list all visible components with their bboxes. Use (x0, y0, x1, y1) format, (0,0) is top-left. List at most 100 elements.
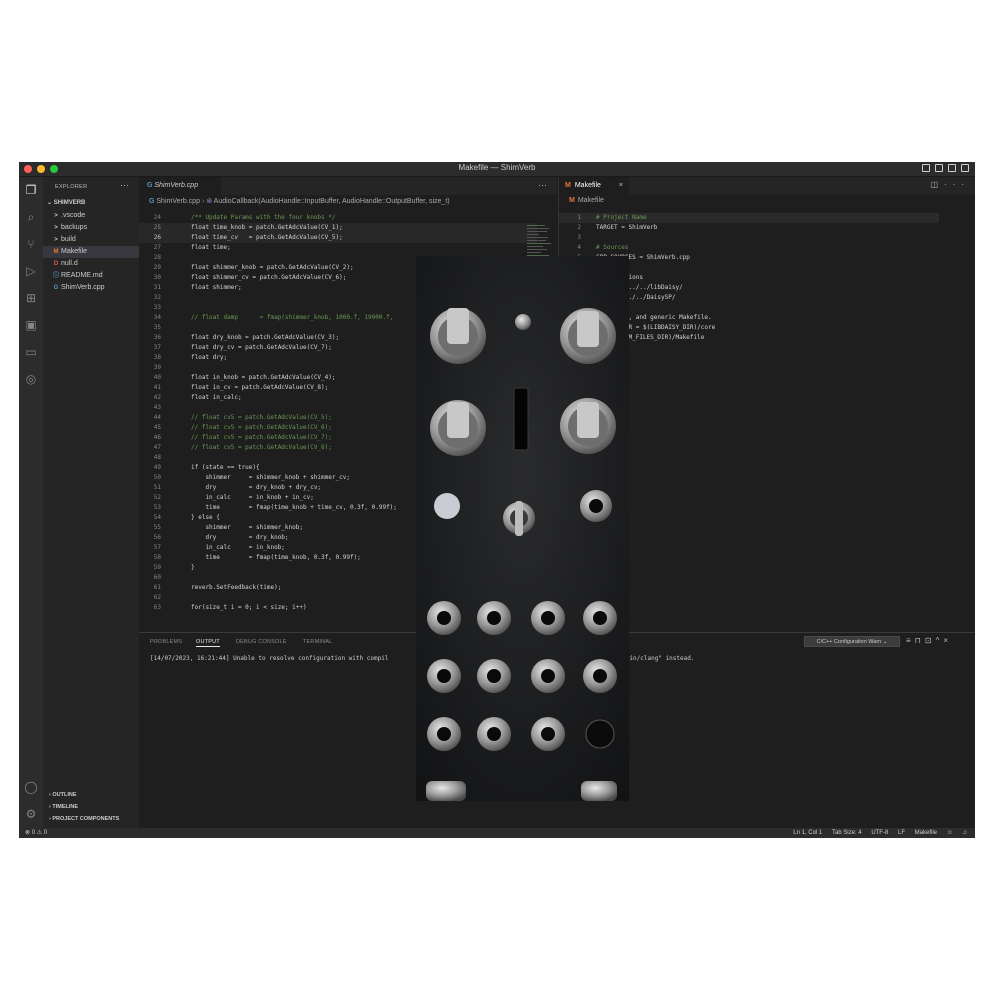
makefile-icon: M (53, 249, 59, 255)
code-line[interactable]: 25 float time_knob = patch.GetAdcValue(CV… (139, 223, 537, 233)
line-number: 3 (577, 234, 581, 241)
encoding[interactable]: UTF-8 (871, 830, 888, 836)
code-text: time = fmap(time_knob + time_cv, 0.3f, 0… (191, 504, 397, 511)
more-actions-icon[interactable]: ··· (120, 180, 129, 190)
tree-item-label: build (61, 236, 76, 243)
line-number: 44 (153, 414, 161, 421)
line-number: 39 (153, 364, 161, 371)
code-line[interactable]: 26 float time_cv = patch.GetAdcValue(CV_5… (139, 233, 537, 243)
line-number: 50 (153, 474, 161, 481)
line-number: 60 (153, 574, 161, 581)
toggle-panel-icon[interactable] (935, 164, 943, 172)
info-icon: ⓘ (52, 273, 59, 279)
remote-explorer-icon[interactable]: ▣ (24, 318, 38, 332)
line-number: 59 (153, 564, 161, 571)
more-actions-icon[interactable]: ··· (944, 180, 970, 189)
mounting-screw-left (426, 781, 466, 801)
code-line[interactable]: 3 (559, 233, 939, 243)
split-editor-icon[interactable]: ◫ (930, 180, 944, 189)
code-line[interactable]: 1 # Project Name (559, 213, 939, 223)
timeline-section[interactable]: › TIMELINE (49, 804, 78, 810)
tab-shimverb-cpp[interactable]: G ShimVerb.cpp (139, 177, 221, 195)
status-bar: ⊗ 0 ⚠ 0 Ln 1, Col 1 Tab Size: 4 UTF-8 LF… (19, 828, 975, 838)
output-text: [14/07/2023, 16:21:44] Unable to resolve… (150, 655, 389, 662)
code-text: float time; (191, 244, 231, 251)
extensions-icon[interactable]: ⊞ (24, 291, 38, 305)
clear-output-icon[interactable]: ≡ (906, 636, 915, 645)
tab-debug-console[interactable]: DEBUG CONSOLE (236, 639, 287, 645)
code-text: float dry_cv = patch.GetAdcValue(CV_7); (191, 344, 332, 351)
line-ending[interactable]: LF (898, 830, 905, 836)
tree-item-backups[interactable]: > backups (43, 222, 139, 234)
tree-item-vscode[interactable]: > .vscode (43, 210, 139, 222)
settings-icon[interactable]: ⚙ (24, 807, 38, 821)
lock-icon[interactable]: ⊓ (915, 636, 925, 645)
output-line: [14/07/2023, 16:21:44] Unable to resolve… (150, 655, 388, 662)
serial-monitor-icon[interactable]: ▭ (24, 345, 38, 359)
tree-item-label: backups (61, 224, 88, 231)
run-debug-icon[interactable]: ▷ (24, 264, 38, 278)
tab-makefile[interactable]: M Makefile × (559, 177, 629, 195)
line-number: 32 (153, 294, 161, 301)
tree-item-makefile[interactable]: M Makefile (43, 246, 139, 258)
fingerprint-icon[interactable]: ◎ (24, 372, 38, 386)
code-text: float in_calc; (191, 394, 242, 401)
settings-icon[interactable]: ⊡ (925, 636, 936, 645)
code-text: shimmer = shimmer_knob + shimmer_cv; (191, 474, 350, 481)
account-icon[interactable]: ◯ (24, 780, 38, 794)
tree-item-shimverb-cpp[interactable]: G ShimVerb.cpp (43, 282, 139, 294)
search-icon[interactable]: ⌕ (24, 210, 38, 224)
breadcrumb: G ShimVerb.cpp › ⊛ AudioCallback(AudioHa… (149, 197, 450, 205)
code-text: float in_knob = patch.GetAdcValue(CV_4); (191, 374, 336, 381)
breadcrumb-file[interactable]: Makefile (578, 197, 604, 204)
code-line[interactable]: 24 /** Update Params with the four knobs … (139, 213, 537, 223)
code-line[interactable]: 2 TARGET = ShimVerb (559, 223, 939, 233)
breadcrumb-symbol[interactable]: AudioCallback(AudioHandle::InputBuffer, … (214, 198, 450, 205)
layout-controls (922, 164, 969, 172)
language-mode[interactable]: Makefile (915, 830, 937, 836)
notifications-icon[interactable]: ♫ (963, 830, 968, 836)
code-line[interactable]: 4 # Sources (559, 243, 939, 253)
line-number: 52 (153, 494, 161, 501)
code-line[interactable]: 27 float time; (139, 243, 537, 253)
source-control-icon[interactable]: ⑂ (24, 237, 38, 251)
mounting-screw-right (581, 781, 617, 801)
line-number: 47 (153, 444, 161, 451)
tab-size[interactable]: Tab Size: 4 (832, 830, 862, 836)
customize-layout-icon[interactable] (961, 164, 969, 172)
chevron-right-icon: > (54, 213, 58, 219)
code-text: // float cv5 = patch.GetAdcValue(CV_8); (191, 444, 332, 451)
project-folder[interactable]: ⌄ SHIMVERB (47, 199, 85, 206)
project-name: SHIMVERB (53, 200, 86, 206)
tab-output[interactable]: OUTPUT (196, 639, 220, 647)
files-icon[interactable]: ❐ (24, 183, 38, 197)
close-tab-icon[interactable]: × (619, 177, 623, 195)
project-components-section[interactable]: › PROJECT COMPONENTS (49, 816, 119, 822)
code-text: # Sources (596, 244, 629, 251)
line-number: 45 (153, 424, 161, 431)
line-number: 51 (153, 484, 161, 491)
tree-item-readme[interactable]: ⓘ README.md (43, 270, 139, 282)
code-text: // float cv5 = patch.GetAdcValue(CV_5); (191, 414, 332, 421)
code-text: shimmer = shimmer_knob; (191, 524, 303, 531)
tab-terminal[interactable]: TERMINAL (303, 639, 332, 645)
code-text: dry = dry_knob; (191, 534, 289, 541)
feedback-icon[interactable]: ☺ (947, 830, 953, 836)
tree-item-null-d[interactable]: Dnull.d (43, 258, 139, 270)
more-actions-icon[interactable]: ··· (538, 180, 547, 190)
code-text: for(size_t i = 0; i < size; i++) (191, 604, 307, 611)
cursor-position[interactable]: Ln 1, Col 1 (793, 830, 822, 836)
problems-count[interactable]: ⊗ 0 ⚠ 0 (25, 828, 47, 838)
tree-item-build[interactable]: > build (43, 234, 139, 246)
toggle-sidebar-icon[interactable] (922, 164, 930, 172)
breadcrumb-file[interactable]: ShimVerb.cpp (156, 198, 200, 205)
outline-section[interactable]: › OUTLINE (49, 792, 77, 798)
line-number: 62 (153, 594, 161, 601)
output-channel-select[interactable]: C/C++ Configuration Warn ⌄ (804, 636, 900, 647)
code-text: // float cv5 = patch.GetAdcValue(CV_6); (191, 424, 332, 431)
tab-problems[interactable]: PROBLEMS (150, 639, 182, 645)
code-text: float shimmer_cv = patch.GetAdcValue(CV_… (191, 274, 347, 281)
close-panel-icon[interactable]: × (943, 636, 952, 645)
toggle-secondary-sidebar-icon[interactable] (948, 164, 956, 172)
line-number: 38 (153, 354, 161, 361)
